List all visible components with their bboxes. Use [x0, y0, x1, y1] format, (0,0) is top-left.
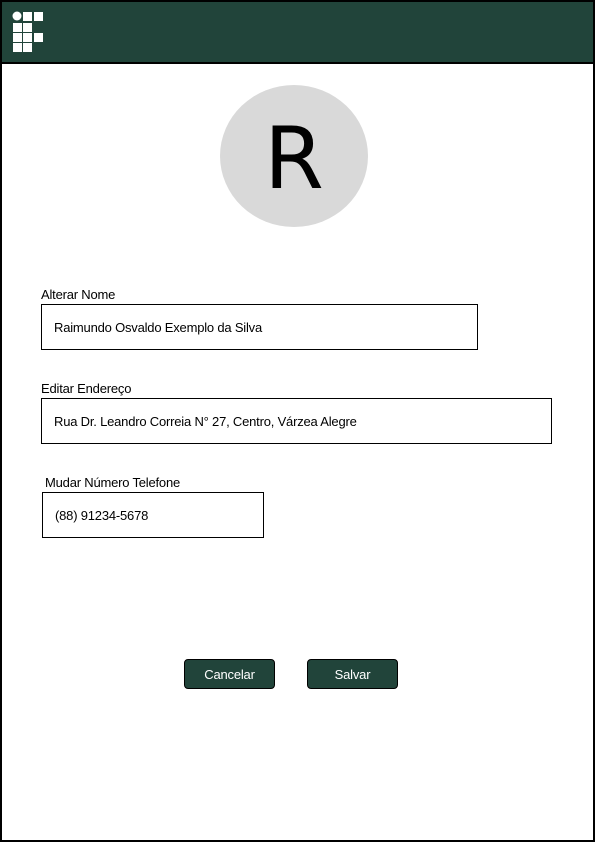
name-field-value: Raimundo Osvaldo Exemplo da Silva: [54, 319, 263, 335]
institution-logo-icon: [12, 11, 43, 52]
save-button-label: Salvar: [334, 666, 371, 682]
phone-field[interactable]: (88) 91234-5678: [42, 492, 264, 538]
app-header: [2, 2, 593, 64]
address-label: Editar Endereço: [41, 381, 132, 396]
phone-field-value: (88) 91234-5678: [55, 507, 149, 523]
page-frame: R Alterar Nome Raimundo Osvaldo Exemplo …: [0, 0, 595, 842]
avatar-initial: R: [264, 109, 324, 209]
address-field-value: Rua Dr. Leandro Correia N° 27, Centro, V…: [54, 413, 357, 429]
phone-label: Mudar Número Telefone: [45, 475, 181, 490]
cancel-button[interactable]: Cancelar: [184, 659, 275, 689]
cancel-button-label: Cancelar: [204, 666, 255, 682]
save-button[interactable]: Salvar: [307, 659, 398, 689]
name-label: Alterar Nome: [41, 287, 116, 302]
profile-avatar[interactable]: R: [220, 85, 368, 227]
name-field[interactable]: Raimundo Osvaldo Exemplo da Silva: [41, 304, 478, 350]
address-field[interactable]: Rua Dr. Leandro Correia N° 27, Centro, V…: [41, 398, 552, 444]
